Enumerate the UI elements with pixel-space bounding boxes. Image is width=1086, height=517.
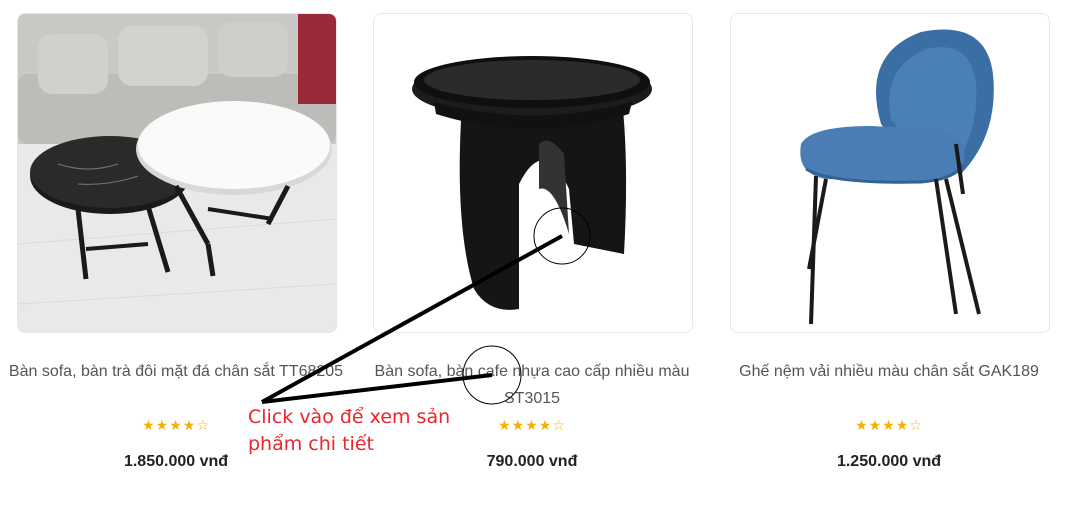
product-price-3: 1.250.000 vnđ — [836, 453, 942, 470]
annotation-text: Click vào để xem sản phẩm chi tiết — [248, 404, 450, 458]
product-image-2[interactable] — [373, 13, 693, 333]
product-card-1[interactable]: Bàn sofa, bàn trà đôi mặt đá chân sắt TT… — [9, 13, 343, 470]
product-photo-nesting-tables — [18, 14, 336, 332]
annotation-line-1: Click vào để xem sản — [248, 406, 451, 428]
product-photo-blue-chair — [731, 14, 1049, 332]
product-title-3[interactable]: Ghế nệm vải nhiều màu chân sắt GAK189 — [720, 358, 1058, 385]
product-image-3[interactable] — [730, 13, 1050, 333]
product-photo-black-side-table — [374, 14, 692, 332]
product-card-3[interactable]: Ghế nệm vải nhiều màu chân sắt GAK189 ★★… — [730, 13, 1050, 470]
product-rating-3: ★★★★☆ — [855, 417, 923, 433]
product-title-1[interactable]: Bàn sofa, bàn trà đôi mặt đá chân sắt TT… — [7, 358, 345, 385]
product-image-1[interactable] — [17, 13, 337, 333]
product-card-2[interactable]: Bàn sofa, bàn cafe nhựa cao cấp nhiều mà… — [373, 13, 693, 470]
annotation-line-2: phẩm chi tiết — [248, 433, 374, 455]
